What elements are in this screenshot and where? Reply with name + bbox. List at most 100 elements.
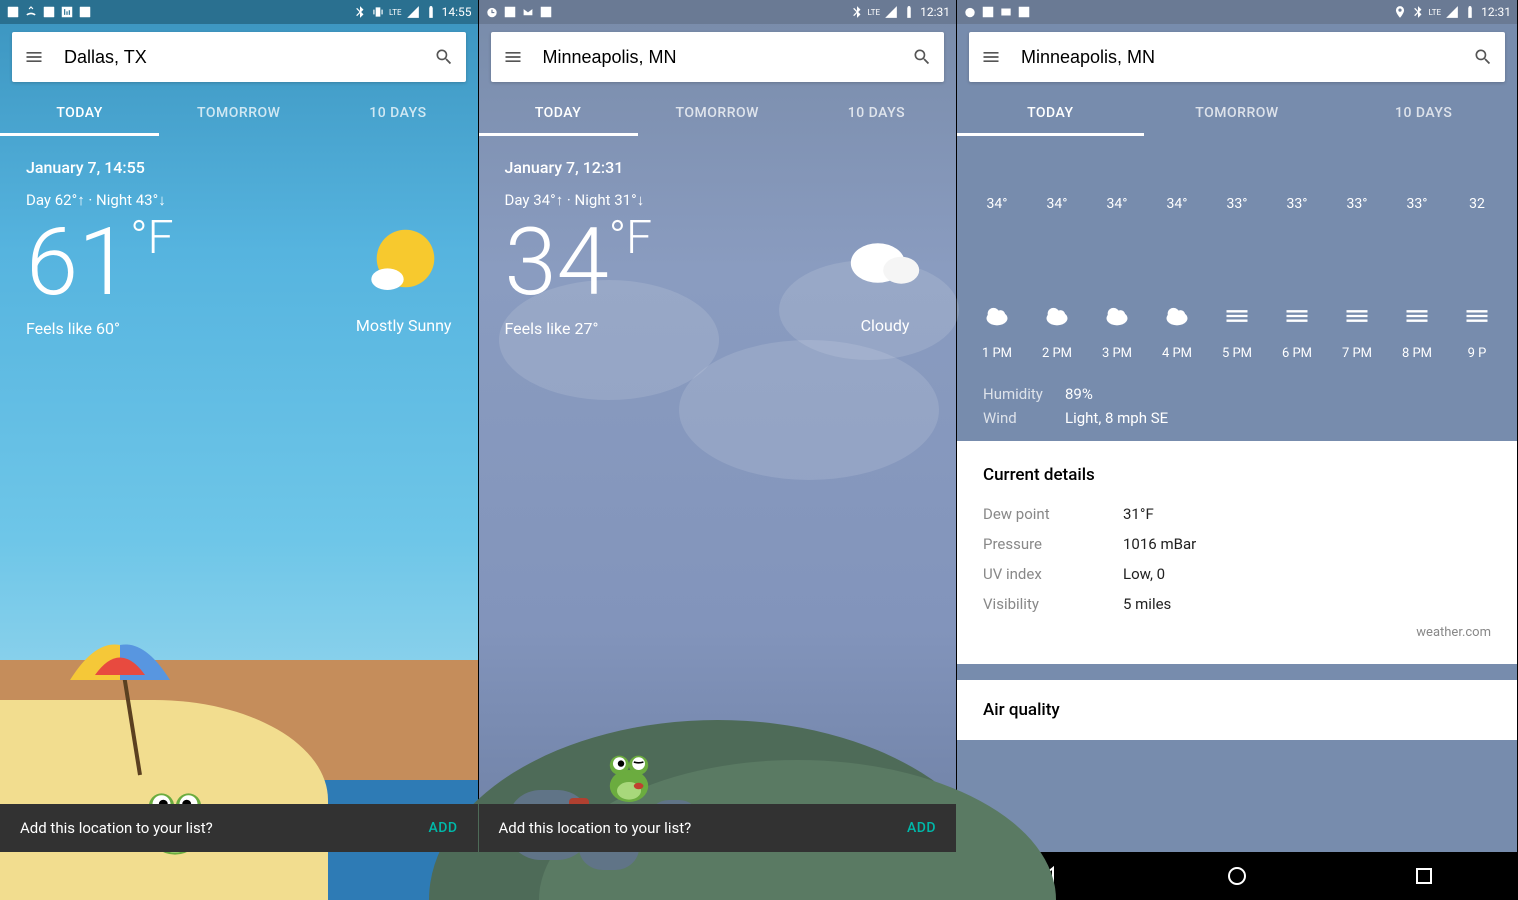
app-icon: [539, 5, 553, 19]
hourly-column[interactable]: 33° 5 PM: [1207, 196, 1267, 361]
app-icon: [42, 5, 56, 19]
hourly-temp: 34°: [1147, 196, 1207, 212]
tab-10days[interactable]: 10 DAYS: [318, 90, 477, 136]
cloud-icon: [983, 302, 1011, 330]
hourly-time: 1 PM: [967, 346, 1027, 361]
hourly-time: 5 PM: [1207, 346, 1267, 361]
hourly-time: 9 P: [1447, 346, 1507, 361]
date-line: January 7, 12:31: [505, 158, 931, 177]
hourly-time: 3 PM: [1087, 346, 1147, 361]
signal-icon: [406, 5, 420, 19]
fog-icon: [1403, 302, 1431, 330]
bluetooth-icon: [353, 5, 367, 19]
status-time: 12:31: [1481, 5, 1511, 19]
battery-icon: [424, 5, 438, 19]
detail-label: UV index: [983, 565, 1123, 583]
hills-scene: [479, 650, 957, 900]
fog-icon: [1343, 302, 1371, 330]
search-input[interactable]: [1021, 47, 1473, 68]
status-time: 12:31: [920, 5, 950, 19]
tab-10days[interactable]: 10 DAYS: [797, 90, 956, 136]
tab-today[interactable]: TODAY: [0, 90, 159, 136]
hourly-column[interactable]: 32 9 P: [1447, 196, 1507, 361]
search-box[interactable]: [12, 32, 466, 82]
app-icon-2: [78, 5, 92, 19]
poll-icon: [60, 5, 74, 19]
hourly-time: 4 PM: [1147, 346, 1207, 361]
detail-value: Low, 0: [1123, 565, 1165, 583]
nav-recent[interactable]: [1412, 864, 1436, 888]
condition-icon-sunny: [356, 218, 446, 308]
tab-tomorrow[interactable]: TOMORROW: [638, 90, 797, 136]
mail-icon: [521, 5, 535, 19]
hourly-time: 2 PM: [1027, 346, 1087, 361]
beach-scene: [0, 580, 478, 900]
fog-icon: [1283, 302, 1311, 330]
humidity-row: Humidity 89%: [983, 385, 1491, 403]
hourly-temp: 33°: [1387, 196, 1447, 212]
detail-value: 31°F: [1123, 505, 1154, 523]
air-quality-title: Air quality: [983, 700, 1491, 720]
feels-like: Feels like 27°: [505, 319, 653, 338]
hourly-column[interactable]: 34° 4 PM: [1147, 196, 1207, 361]
gallery-icon: [503, 5, 517, 19]
hourly-column[interactable]: 34°1 PM: [967, 196, 1027, 361]
condition-icon-cloudy: [840, 218, 930, 308]
hourly-column[interactable]: 34° 2 PM: [1027, 196, 1087, 361]
search-icon[interactable]: [912, 47, 932, 67]
current-details-card: Current details Dew point31°F Pressure101…: [957, 441, 1517, 664]
tab-10days[interactable]: 10 DAYS: [1330, 90, 1517, 136]
menu-icon[interactable]: [981, 47, 1001, 67]
tab-tomorrow[interactable]: TOMORROW: [159, 90, 318, 136]
search-box[interactable]: [491, 32, 945, 82]
menu-icon[interactable]: [24, 47, 44, 67]
nav-home[interactable]: [1225, 864, 1249, 888]
cloud-icon: [1103, 302, 1131, 330]
attribution[interactable]: weather.com: [983, 625, 1491, 640]
feels-like: Feels like 60°: [26, 319, 174, 338]
detail-row: Pressure1016 mBar: [983, 535, 1491, 553]
search-box[interactable]: [969, 32, 1505, 82]
search-icon[interactable]: [434, 47, 454, 67]
status-bar: LTE 12:31: [479, 0, 957, 24]
hourly-forecast[interactable]: 34°1 PM34°2 PM34°3 PM34°4 PM33°5 PM33°6 …: [957, 136, 1517, 361]
search-icon[interactable]: [1473, 47, 1493, 67]
cloud-icon: [1043, 302, 1071, 330]
hourly-time: 6 PM: [1267, 346, 1327, 361]
tabs: TODAY TOMORROW 10 DAYS: [957, 90, 1517, 136]
cloud-icon: [1163, 302, 1191, 330]
hourly-time: 8 PM: [1387, 346, 1447, 361]
status-time: 14:55: [442, 5, 472, 19]
snackbar-action-add[interactable]: ADD: [907, 820, 936, 836]
hourly-column[interactable]: 33°7 PM: [1327, 196, 1387, 361]
gallery-icon: [981, 5, 995, 19]
signal-icon: [884, 5, 898, 19]
detail-row: Dew point31°F: [983, 505, 1491, 523]
hourly-temp: 32: [1447, 196, 1507, 212]
snackbar: Add this location to your list? ADD: [479, 804, 957, 852]
tab-tomorrow[interactable]: TOMORROW: [1144, 90, 1331, 136]
snackbar-action-add[interactable]: ADD: [428, 820, 457, 836]
phone-panel-1: LTE 14:55: [0, 0, 479, 900]
phone-panel-2: LTE 12:31: [479, 0, 958, 900]
tab-today[interactable]: TODAY: [957, 90, 1144, 136]
hourly-temp: 34°: [1027, 196, 1087, 212]
missed-call-icon: [24, 5, 38, 19]
fog-icon: [1463, 302, 1491, 330]
search-input[interactable]: [64, 47, 434, 68]
air-quality-card: Air quality: [957, 680, 1517, 740]
hourly-column[interactable]: 33°6 PM: [1267, 196, 1327, 361]
hourly-column[interactable]: 33° 8 PM: [1387, 196, 1447, 361]
search-input[interactable]: [543, 47, 913, 68]
detail-label: Dew point: [983, 505, 1123, 523]
hourly-column[interactable]: 34°3 PM: [1087, 196, 1147, 361]
date-line: January 7, 14:55: [26, 158, 452, 177]
hourly-temp: 33°: [1207, 196, 1267, 212]
status-bar: LTE 14:55: [0, 0, 478, 24]
menu-icon[interactable]: [503, 47, 523, 67]
weather-summary: January 7, 12:31 Day 34°↑ · Night 31°↓ 3…: [479, 136, 957, 360]
details-title: Current details: [983, 465, 1491, 485]
phone-panel-3: LTE 12:31 TODAY TOMORROW 10 DAYS 34°1 PM…: [957, 0, 1518, 900]
tab-today[interactable]: TODAY: [479, 90, 638, 136]
bluetooth-icon: [1411, 5, 1425, 19]
